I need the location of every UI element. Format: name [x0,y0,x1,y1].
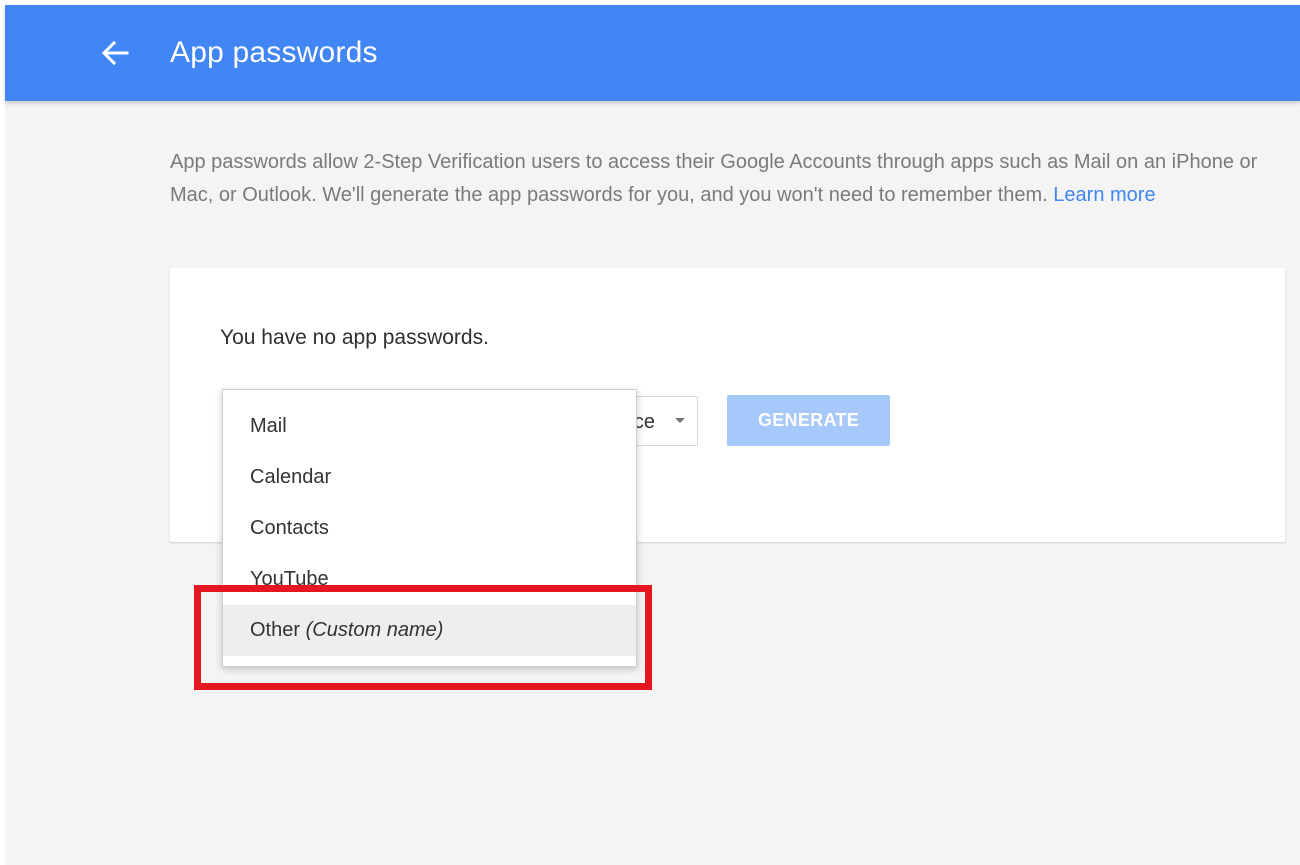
select-device-value: ce [633,411,655,433]
caret-down-icon [675,418,685,423]
menu-item-mail[interactable]: Mail [223,401,636,452]
intro-paragraph: App passwords allow 2-Step Verification … [170,146,1270,211]
menu-item-other-hint: (Custom name) [305,619,444,641]
menu-item-youtube[interactable]: YouTube [223,554,636,605]
menu-item-calendar[interactable]: Calendar [223,452,636,503]
select-app-menu: Mail Calendar Contacts YouTube Other (Cu… [222,389,637,667]
page-frame: App passwords App passwords allow 2-Step… [5,5,1300,865]
empty-state-message: You have no app passwords. [220,326,489,349]
menu-item-other-label: Other [250,619,301,641]
generate-button[interactable]: GENERATE [727,395,890,446]
menu-item-contacts[interactable]: Contacts [223,503,636,554]
back-button[interactable] [97,35,133,71]
arrow-left-icon [101,40,129,66]
learn-more-link[interactable]: Learn more [1053,184,1155,206]
app-bar: App passwords [5,5,1300,101]
page-title: App passwords [170,36,378,69]
menu-item-other[interactable]: Other (Custom name) [223,605,636,656]
